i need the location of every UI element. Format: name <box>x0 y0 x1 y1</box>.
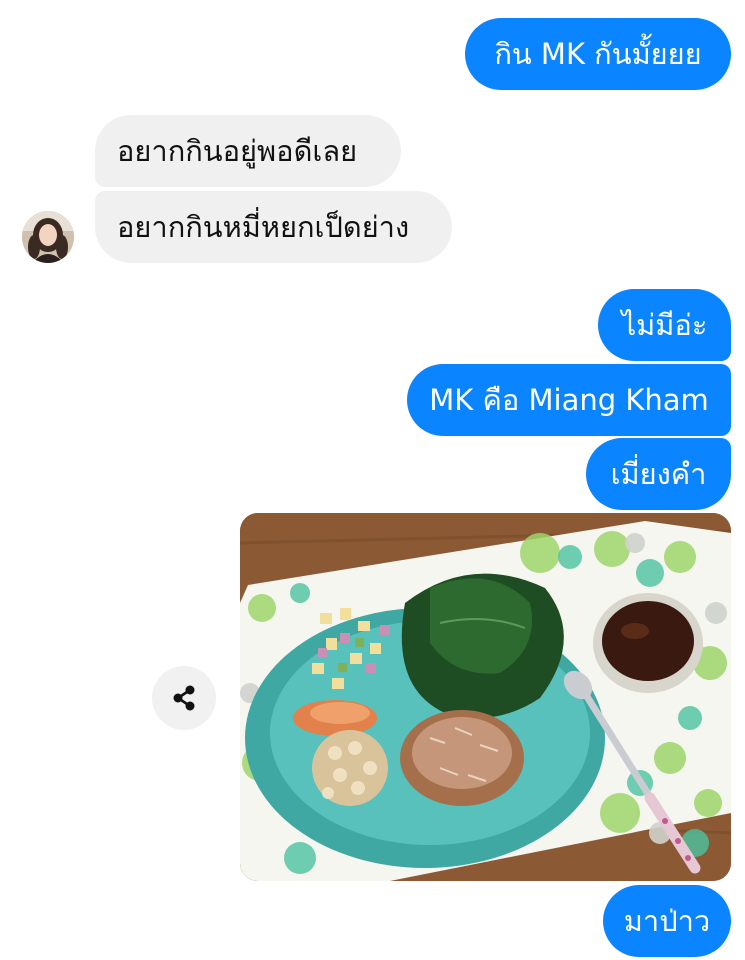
chat-thread: กิน MK กันมั้ยยย อยากกินอยู่พอดีเลย อยาก… <box>0 0 745 960</box>
friend-avatar[interactable] <box>22 211 74 263</box>
avatar-image <box>22 211 74 263</box>
message-bubble-outgoing[interactable]: กิน MK กันมั้ยยย <box>465 18 731 90</box>
message-bubble-outgoing[interactable]: เมี่ยงคำ <box>586 438 731 510</box>
message-text: อยากกินหมี่หยกเป็ดย่าง <box>117 209 410 244</box>
message-bubble-incoming[interactable]: อยากกินอยู่พอดีเลย <box>95 115 401 187</box>
message-bubble-outgoing[interactable]: มาป่าว <box>603 885 731 957</box>
message-bubble-incoming[interactable]: อยากกินหมี่หยกเป็ดย่าง <box>95 191 452 263</box>
share-button[interactable] <box>152 666 216 730</box>
message-text: กิน MK กันมั้ยยย <box>494 36 702 71</box>
message-bubble-outgoing[interactable]: ไม่มีอ่ะ <box>598 289 731 361</box>
message-text: มาป่าว <box>623 903 711 938</box>
message-text: เมี่ยงคำ <box>610 456 707 491</box>
miang-kham-photo <box>240 513 731 881</box>
share-icon <box>173 685 195 711</box>
message-text: อยากกินอยู่พอดีเลย <box>117 133 358 168</box>
message-photo[interactable] <box>240 513 731 881</box>
message-bubble-outgoing[interactable]: MK คือ Miang Kham <box>407 364 731 436</box>
message-text: ไม่มีอ่ะ <box>621 307 708 342</box>
message-text: MK คือ Miang Kham <box>429 382 709 417</box>
